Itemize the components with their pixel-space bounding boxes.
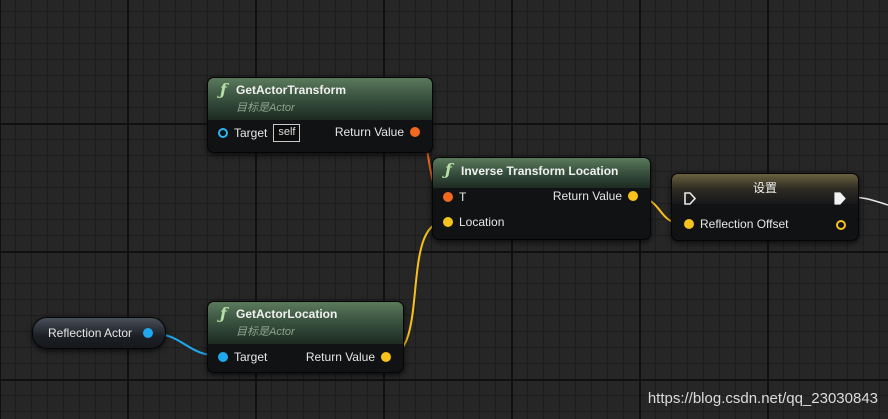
- location-pin-row: Location: [443, 213, 504, 231]
- return-pin-row: Return Value: [335, 123, 420, 141]
- get-actor-transform-node[interactable]: ƒ GetActorTransform 目标是Actor Target self…: [207, 77, 433, 153]
- set-reflection-offset-node[interactable]: 设置 Reflection Offset: [671, 173, 859, 241]
- node-title: Inverse Transform Location: [461, 164, 619, 178]
- node-header: ƒ GetActorLocation 目标是Actor: [208, 302, 403, 344]
- reflection-offset-label: Reflection Offset: [700, 217, 789, 231]
- location-pin-label: Location: [459, 215, 505, 229]
- self-default-value[interactable]: self: [273, 124, 301, 142]
- node-title: GetActorTransform: [236, 83, 347, 97]
- node-title: GetActorLocation: [236, 307, 338, 321]
- t-pin-label: T: [459, 190, 467, 204]
- return-pin-label: Return Value: [552, 189, 622, 203]
- location-pin-icon[interactable]: [443, 217, 453, 227]
- t-pin-icon[interactable]: [443, 192, 453, 202]
- reflection-offset-out-pin-icon[interactable]: [836, 220, 846, 230]
- return-pin-row: Return Value: [306, 348, 391, 366]
- exec-in-icon[interactable]: [684, 192, 696, 205]
- node-header: ƒ GetActorTransform 目标是Actor: [208, 78, 432, 120]
- inverse-transform-location-node[interactable]: ƒ Inverse Transform Location T Location …: [432, 157, 651, 240]
- function-icon: ƒ: [220, 304, 227, 323]
- return-pin-label: Return Value: [305, 350, 375, 364]
- node-subtitle: 目标是Actor: [236, 102, 295, 114]
- get-actor-location-node[interactable]: ƒ GetActorLocation 目标是Actor Target Retur…: [207, 301, 404, 373]
- target-pin-row: Target: [218, 348, 267, 366]
- node-header: ƒ Inverse Transform Location: [433, 158, 650, 188]
- return-pin-icon[interactable]: [410, 127, 420, 137]
- node-header: 设置: [672, 174, 858, 204]
- target-pin-icon[interactable]: [218, 128, 228, 138]
- reflection-offset-in-pin-icon[interactable]: [684, 219, 694, 229]
- reflection-offset-pin-row: Reflection Offset: [684, 215, 789, 233]
- target-pin-label: Target: [234, 350, 268, 364]
- return-pin-row: Return Value: [553, 187, 638, 205]
- target-pin-row: Target self: [218, 124, 301, 142]
- reflection-actor-variable-node[interactable]: Reflection Actor: [32, 317, 166, 349]
- exec-out-icon[interactable]: [834, 192, 846, 205]
- function-icon: ƒ: [445, 160, 452, 179]
- target-pin-label: Target: [234, 126, 268, 140]
- return-pin-label: Return Value: [334, 125, 404, 139]
- return-pin-icon[interactable]: [628, 191, 638, 201]
- watermark-text: https://blog.csdn.net/qq_23030843: [647, 390, 878, 407]
- target-pin-icon[interactable]: [218, 352, 228, 362]
- return-pin-icon[interactable]: [381, 352, 391, 362]
- node-subtitle: 目标是Actor: [236, 326, 295, 338]
- variable-out-pin-icon[interactable]: [143, 328, 153, 338]
- function-icon: ƒ: [220, 80, 227, 99]
- node-title: 设置: [752, 181, 777, 195]
- t-pin-row: T: [443, 188, 466, 206]
- variable-label: Reflection Actor: [48, 326, 133, 340]
